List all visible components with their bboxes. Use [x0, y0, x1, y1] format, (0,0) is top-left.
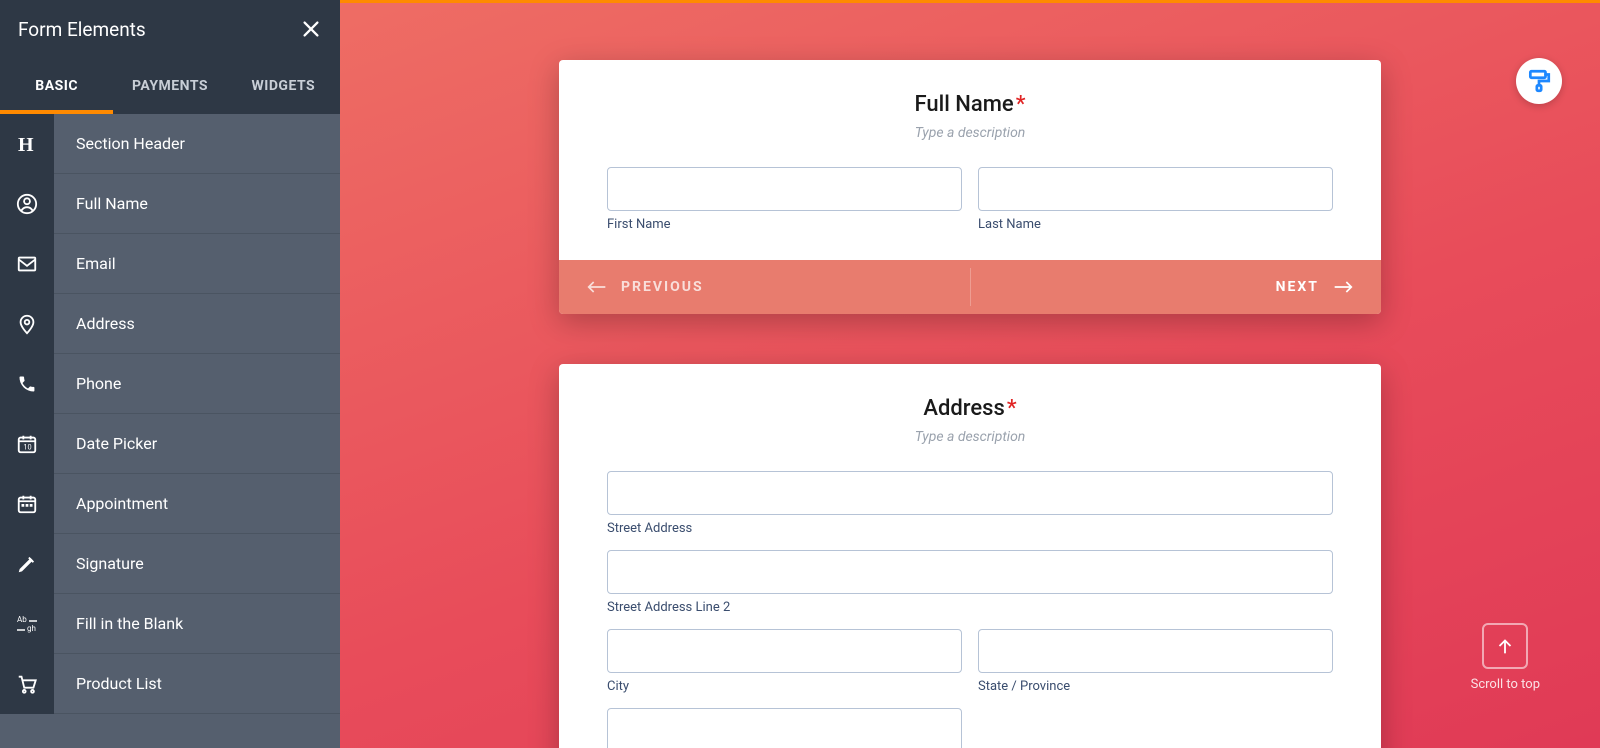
- element-label: Date Picker: [54, 434, 157, 453]
- arrow-left-icon: [587, 280, 607, 294]
- element-date-picker[interactable]: 10 Date Picker: [0, 414, 340, 474]
- phone-icon: [0, 354, 54, 414]
- tab-widgets[interactable]: WIDGETS: [227, 58, 340, 114]
- form-designer-button[interactable]: [1516, 58, 1562, 104]
- field-card-address[interactable]: Address* Type a description Street Addre…: [559, 364, 1381, 748]
- scroll-to-top-button[interactable]: Scroll to top: [1471, 623, 1540, 692]
- pen-icon: [0, 534, 54, 594]
- sidebar-header: Form Elements: [0, 0, 340, 58]
- street2-sublabel: Street Address Line 2: [607, 600, 1333, 615]
- element-appointment[interactable]: Appointment: [0, 474, 340, 534]
- city-input[interactable]: [607, 629, 962, 673]
- heading-icon: H: [0, 114, 54, 174]
- city-sublabel: City: [607, 679, 962, 694]
- field-title: Full Name*: [607, 92, 1333, 117]
- svg-text:10: 10: [23, 442, 31, 451]
- pin-icon: [0, 294, 54, 354]
- street-address-input[interactable]: [607, 471, 1333, 515]
- previous-label: PREVIOUS: [621, 279, 704, 295]
- element-label: Full Name: [54, 194, 148, 213]
- last-name-sublabel: Last Name: [978, 217, 1333, 232]
- field-description[interactable]: Type a description: [607, 429, 1333, 445]
- next-label: NEXT: [1276, 279, 1319, 295]
- first-name-input[interactable]: [607, 167, 962, 211]
- element-label: Appointment: [54, 494, 168, 513]
- state-input[interactable]: [978, 629, 1333, 673]
- required-mark: *: [1016, 92, 1026, 117]
- tab-payments[interactable]: PAYMENTS: [113, 58, 226, 114]
- mail-icon: [0, 234, 54, 294]
- form-elements-sidebar: Form Elements BASIC PAYMENTS WIDGETS H S…: [0, 0, 340, 748]
- element-section-header[interactable]: H Section Header: [0, 114, 340, 174]
- element-label: Product List: [54, 674, 162, 693]
- form-canvas[interactable]: Full Name* Type a description First Name…: [340, 0, 1600, 748]
- user-icon: [0, 174, 54, 234]
- required-mark: *: [1007, 396, 1017, 421]
- svg-text:Ab: Ab: [17, 615, 27, 624]
- field-card-full-name[interactable]: Full Name* Type a description First Name…: [559, 60, 1381, 314]
- tab-basic[interactable]: BASIC: [0, 58, 113, 114]
- element-fill-blank[interactable]: Abgh Fill in the Blank: [0, 594, 340, 654]
- paint-roller-icon: [1526, 68, 1552, 94]
- elements-list[interactable]: H Section Header Full Name Email Address: [0, 114, 340, 748]
- element-phone[interactable]: Phone: [0, 354, 340, 414]
- field-description[interactable]: Type a description: [607, 125, 1333, 141]
- close-icon[interactable]: [300, 18, 322, 40]
- field-title-text: Full Name: [915, 92, 1014, 117]
- element-label: Fill in the Blank: [54, 614, 183, 633]
- next-button[interactable]: NEXT: [970, 260, 1381, 314]
- field-title-text: Address: [923, 396, 1004, 421]
- element-full-name[interactable]: Full Name: [0, 174, 340, 234]
- element-signature[interactable]: Signature: [0, 534, 340, 594]
- element-address[interactable]: Address: [0, 294, 340, 354]
- calendar-icon: 10: [0, 414, 54, 474]
- street-address-2-input[interactable]: [607, 550, 1333, 594]
- street-sublabel: Street Address: [607, 521, 1333, 536]
- svg-text:gh: gh: [27, 624, 36, 633]
- appointment-icon: [0, 474, 54, 534]
- sidebar-tabs: BASIC PAYMENTS WIDGETS: [0, 58, 340, 114]
- element-product-list[interactable]: Product List: [0, 654, 340, 714]
- element-email[interactable]: Email: [0, 234, 340, 294]
- scroll-to-top-label: Scroll to top: [1471, 677, 1540, 692]
- element-label: Section Header: [54, 134, 185, 153]
- state-sublabel: State / Province: [978, 679, 1333, 694]
- card-nav: PREVIOUS NEXT: [559, 260, 1381, 314]
- svg-text:H: H: [18, 134, 34, 156]
- previous-button[interactable]: PREVIOUS: [559, 260, 970, 314]
- last-name-input[interactable]: [978, 167, 1333, 211]
- element-label: Signature: [54, 554, 144, 573]
- element-label: Address: [54, 314, 135, 333]
- postal-input[interactable]: [607, 708, 962, 748]
- arrow-up-icon: [1494, 635, 1516, 657]
- fill-blank-icon: Abgh: [0, 594, 54, 654]
- arrow-right-icon: [1333, 280, 1353, 294]
- element-label: Phone: [54, 374, 121, 393]
- first-name-sublabel: First Name: [607, 217, 962, 232]
- field-title: Address*: [607, 396, 1333, 421]
- sidebar-title: Form Elements: [18, 18, 146, 41]
- cart-icon: [0, 654, 54, 714]
- element-label: Email: [54, 254, 116, 273]
